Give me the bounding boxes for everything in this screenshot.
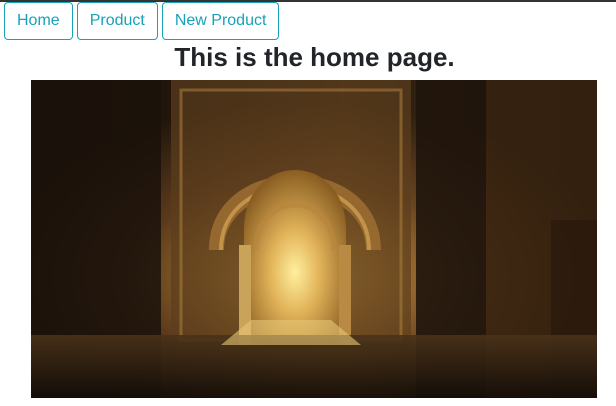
top-nav: Home Product New Product (4, 2, 280, 40)
nav-new-product-button[interactable]: New Product (161, 2, 280, 40)
hero-image (31, 80, 597, 398)
nav-product-button[interactable]: Product (76, 2, 158, 40)
hero-image-mihrab-arch-illustration (31, 80, 597, 398)
nav-home-button[interactable]: Home (4, 2, 73, 40)
page-title: This is the home page. (174, 42, 455, 72)
